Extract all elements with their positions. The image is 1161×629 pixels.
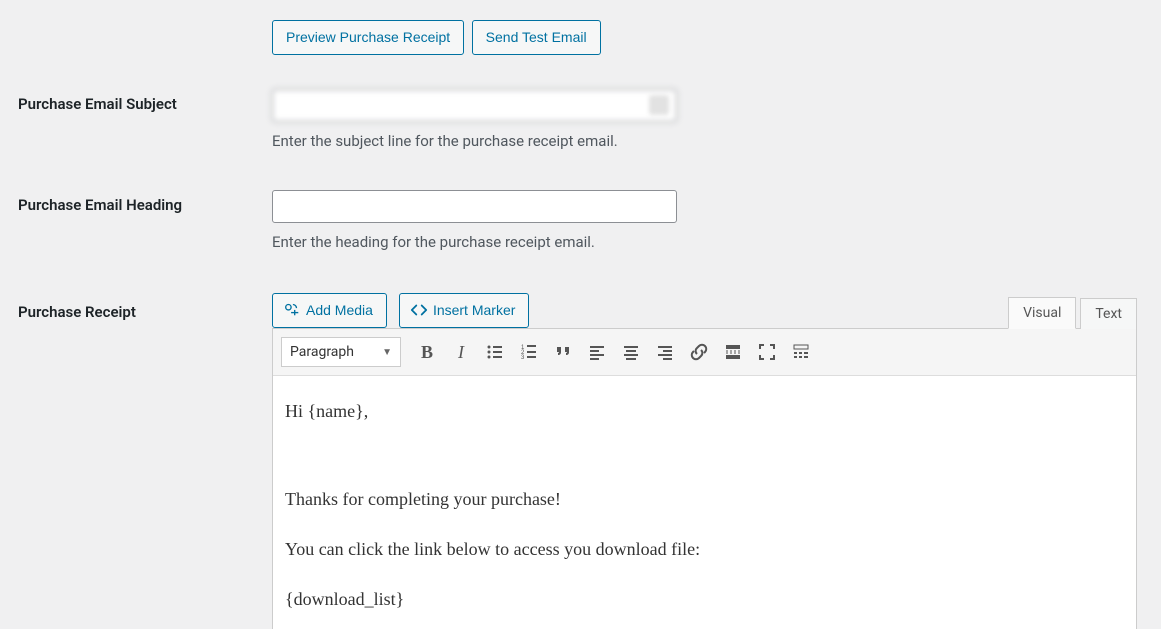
preview-receipt-button[interactable]: Preview Purchase Receipt [272,20,464,55]
align-right-button[interactable] [651,338,679,366]
media-icon [283,300,301,318]
quote-icon [553,342,573,362]
toolbar-toggle-button[interactable] [787,338,815,366]
bullet-list-button[interactable] [481,338,509,366]
heading-label: Purchase Email Heading [0,190,272,214]
align-center-button[interactable] [617,338,645,366]
body-line-3: You can click the link below to access y… [285,536,1124,564]
tab-visual[interactable]: Visual [1008,297,1076,329]
italic-button[interactable]: I [447,338,475,366]
format-select[interactable]: Paragraph ▼ [281,337,401,367]
align-center-icon [621,342,641,362]
link-button[interactable] [685,338,713,366]
fullscreen-icon [757,342,777,362]
svg-text:3: 3 [521,355,525,361]
body-line-2: Thanks for completing your purchase! [285,486,1124,514]
send-test-email-button[interactable]: Send Test Email [472,20,601,55]
bold-button[interactable]: B [413,338,441,366]
kitchen-sink-icon [791,342,811,362]
code-icon [410,302,428,318]
blockquote-button[interactable] [549,338,577,366]
readmore-icon [723,342,743,362]
heading-input[interactable] [272,190,677,223]
heading-help: Enter the heading for the purchase recei… [272,233,1137,251]
numbered-list-icon: 1 2 3 [519,342,539,362]
add-media-button[interactable]: Add Media [272,293,387,328]
editor-content[interactable]: Hi {name}, Thanks for completing your pu… [273,376,1136,629]
body-line-1: Hi {name}, [285,398,1124,426]
fullscreen-button[interactable] [753,338,781,366]
body-line-4: {download_list} [285,586,1124,614]
bullet-list-icon [485,342,505,362]
editor-toolbar: Paragraph ▼ B I 1 [273,329,1136,376]
align-left-button[interactable] [583,338,611,366]
align-left-icon [587,342,607,362]
subject-label: Purchase Email Subject [0,89,272,113]
subject-help: Enter the subject line for the purchase … [272,132,1137,150]
link-icon [689,342,709,362]
insert-marker-button[interactable]: Insert Marker [399,293,529,328]
subject-input[interactable] [272,89,677,122]
chevron-down-icon: ▼ [382,347,392,358]
blurred-overlay [649,95,669,115]
numbered-list-button[interactable]: 1 2 3 [515,338,543,366]
read-more-button[interactable] [719,338,747,366]
receipt-label: Purchase Receipt [0,293,272,321]
tab-text[interactable]: Text [1080,298,1137,329]
align-right-icon [655,342,675,362]
